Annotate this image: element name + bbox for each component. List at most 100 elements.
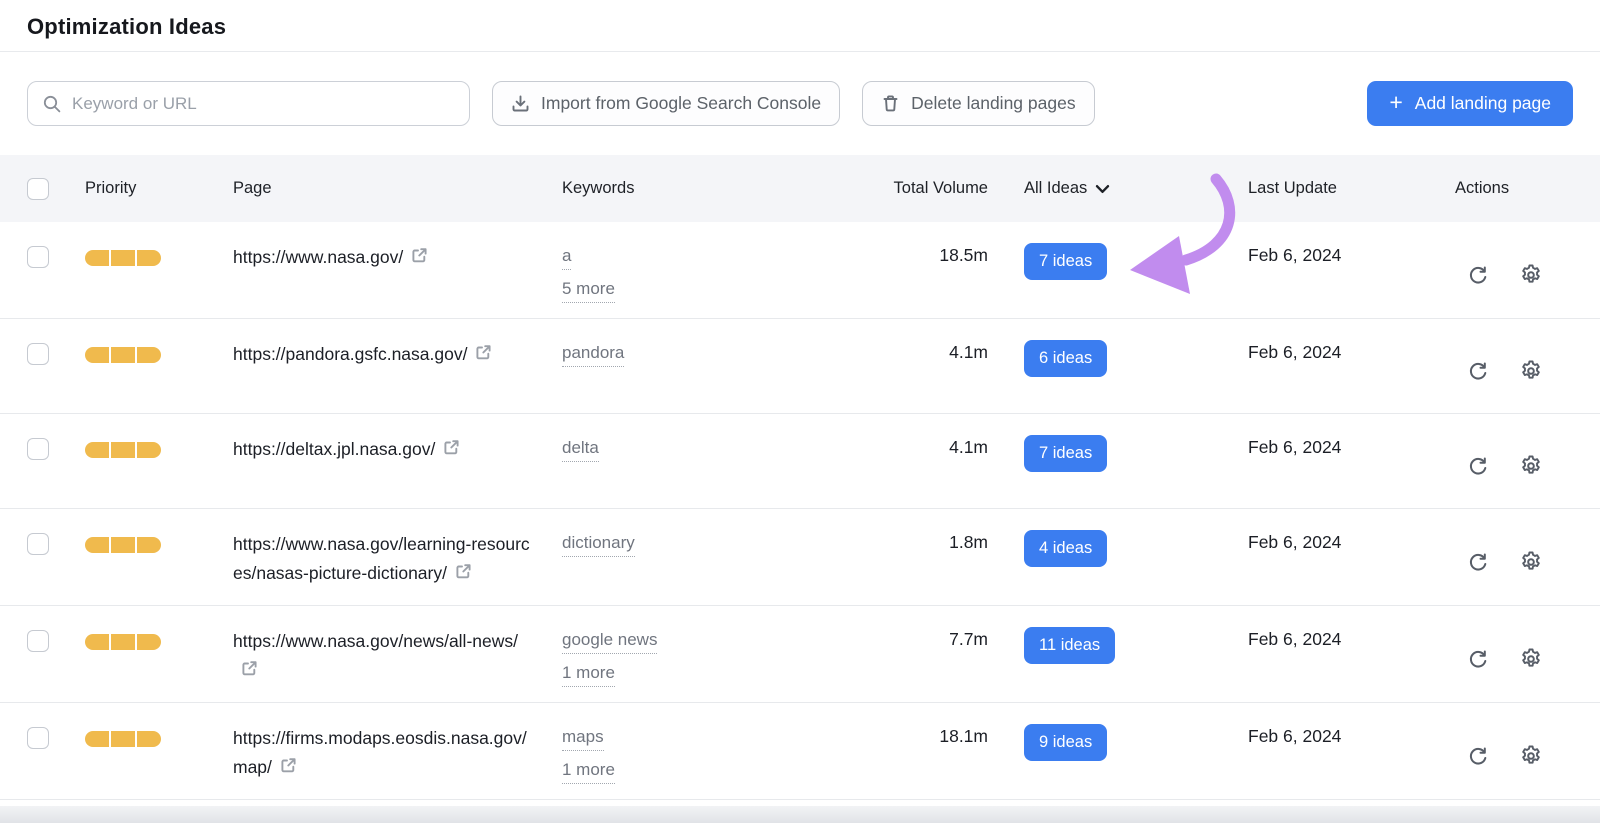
keyword-link[interactable]: pandora xyxy=(562,342,624,367)
gear-icon xyxy=(1519,744,1543,768)
row-checkbox[interactable] xyxy=(27,246,49,268)
page-url-link[interactable]: https://deltax.jpl.nasa.gov/ xyxy=(233,439,435,459)
table-header: Priority Page Keywords Total Volume All … xyxy=(0,155,1600,222)
ideas-button[interactable]: 7 ideas xyxy=(1024,243,1107,280)
search-input[interactable] xyxy=(72,94,455,114)
refresh-button[interactable] xyxy=(1466,454,1490,478)
ideas-filter-label: All Ideas xyxy=(1024,179,1087,198)
keyword-link[interactable]: 5 more xyxy=(562,278,615,303)
refresh-icon xyxy=(1466,647,1490,671)
import-gsc-button[interactable]: Import from Google Search Console xyxy=(492,81,840,126)
ideas-button[interactable]: 6 ideas xyxy=(1024,340,1107,377)
last-update: Feb 6, 2024 xyxy=(1248,340,1440,398)
table-row: https://www.nasa.gov/news/all-news/ goog… xyxy=(0,606,1600,703)
keywords-cell: google news 1 more xyxy=(562,627,830,687)
total-volume: 18.1m xyxy=(830,724,995,784)
row-checkbox[interactable] xyxy=(27,533,49,555)
screenshot-bottom-edge xyxy=(0,806,1600,823)
ideas-filter-dropdown[interactable]: All Ideas xyxy=(995,179,1248,198)
page-header: Optimization Ideas xyxy=(0,0,1600,52)
priority-indicator xyxy=(85,347,161,363)
column-header-last-update: Last Update xyxy=(1248,179,1440,198)
priority-indicator xyxy=(85,731,161,747)
refresh-icon xyxy=(1466,550,1490,574)
last-update: Feb 6, 2024 xyxy=(1248,724,1440,784)
keyword-link[interactable]: google news xyxy=(562,629,657,654)
settings-button[interactable] xyxy=(1519,359,1543,383)
row-checkbox[interactable] xyxy=(27,343,49,365)
delete-landing-pages-label: Delete landing pages xyxy=(911,93,1075,114)
gear-icon xyxy=(1519,647,1543,671)
select-all-checkbox[interactable] xyxy=(27,178,49,200)
ideas-button[interactable]: 7 ideas xyxy=(1024,435,1107,472)
column-header-total-volume: Total Volume xyxy=(830,179,995,198)
column-header-actions: Actions xyxy=(1440,179,1600,198)
keyword-link[interactable]: dictionary xyxy=(562,532,635,557)
priority-indicator xyxy=(85,537,161,553)
priority-indicator xyxy=(85,634,161,650)
total-volume: 18.5m xyxy=(830,243,995,303)
refresh-icon xyxy=(1466,359,1490,383)
plus-icon: + xyxy=(1389,91,1402,114)
external-link-icon[interactable] xyxy=(442,437,461,466)
keywords-cell: dictionary xyxy=(562,530,830,590)
row-checkbox[interactable] xyxy=(27,630,49,652)
settings-button[interactable] xyxy=(1519,263,1543,287)
keywords-cell: pandora xyxy=(562,340,830,398)
ideas-button[interactable]: 4 ideas xyxy=(1024,530,1107,567)
settings-button[interactable] xyxy=(1519,454,1543,478)
page-url-link[interactable]: https://www.nasa.gov/news/all-news/ xyxy=(233,631,518,651)
table-row: https://pandora.gsfc.nasa.gov/ pandora 4… xyxy=(0,319,1600,414)
refresh-button[interactable] xyxy=(1466,263,1490,287)
gear-icon xyxy=(1519,550,1543,574)
row-checkbox[interactable] xyxy=(27,727,49,749)
external-link-icon[interactable] xyxy=(240,658,259,687)
external-link-icon[interactable] xyxy=(410,245,429,274)
add-landing-page-button[interactable]: + Add landing page xyxy=(1367,81,1573,126)
page-title: Optimization Ideas xyxy=(27,14,1600,40)
row-checkbox[interactable] xyxy=(27,438,49,460)
search-icon xyxy=(42,94,62,114)
add-landing-page-label: Add landing page xyxy=(1415,93,1551,114)
total-volume: 1.8m xyxy=(830,530,995,590)
table-row: https://www.nasa.gov/ a 5 more 18.5m 7 id… xyxy=(0,222,1600,319)
keyword-link[interactable]: a xyxy=(562,245,571,270)
import-gsc-label: Import from Google Search Console xyxy=(541,93,821,114)
table-row: https://firms.modaps.eosdis.nasa.gov/map… xyxy=(0,703,1600,800)
refresh-button[interactable] xyxy=(1466,359,1490,383)
refresh-button[interactable] xyxy=(1466,550,1490,574)
settings-button[interactable] xyxy=(1519,550,1543,574)
keyword-link[interactable]: 1 more xyxy=(562,662,615,687)
priority-indicator xyxy=(85,250,161,266)
gear-icon xyxy=(1519,454,1543,478)
download-icon xyxy=(511,94,530,113)
total-volume: 7.7m xyxy=(830,627,995,687)
page-url-link[interactable]: https://firms.modaps.eosdis.nasa.gov/map… xyxy=(233,728,527,777)
refresh-button[interactable] xyxy=(1466,647,1490,671)
external-link-icon[interactable] xyxy=(474,342,493,371)
page-url-link[interactable]: https://www.nasa.gov/ xyxy=(233,247,403,267)
toolbar: Import from Google Search Console Delete… xyxy=(0,52,1600,155)
trash-icon xyxy=(881,94,900,113)
refresh-button[interactable] xyxy=(1466,744,1490,768)
last-update: Feb 6, 2024 xyxy=(1248,627,1440,687)
ideas-button[interactable]: 9 ideas xyxy=(1024,724,1107,761)
table-row: https://deltax.jpl.nasa.gov/ delta 4.1m … xyxy=(0,414,1600,509)
external-link-icon[interactable] xyxy=(454,561,473,590)
keyword-link[interactable]: 1 more xyxy=(562,759,615,784)
settings-button[interactable] xyxy=(1519,744,1543,768)
priority-indicator xyxy=(85,442,161,458)
total-volume: 4.1m xyxy=(830,340,995,398)
search-box[interactable] xyxy=(27,81,470,126)
external-link-icon[interactable] xyxy=(279,755,298,784)
keyword-link[interactable]: delta xyxy=(562,437,599,462)
delete-landing-pages-button[interactable]: Delete landing pages xyxy=(862,81,1094,126)
settings-button[interactable] xyxy=(1519,647,1543,671)
column-header-keywords: Keywords xyxy=(562,179,830,198)
gear-icon xyxy=(1519,359,1543,383)
page-url-link[interactable]: https://pandora.gsfc.nasa.gov/ xyxy=(233,344,467,364)
ideas-button[interactable]: 11 ideas xyxy=(1024,627,1115,664)
last-update: Feb 6, 2024 xyxy=(1248,435,1440,493)
page-url-link[interactable]: https://www.nasa.gov/learning-resources/… xyxy=(233,534,530,583)
keyword-link[interactable]: maps xyxy=(562,726,604,751)
